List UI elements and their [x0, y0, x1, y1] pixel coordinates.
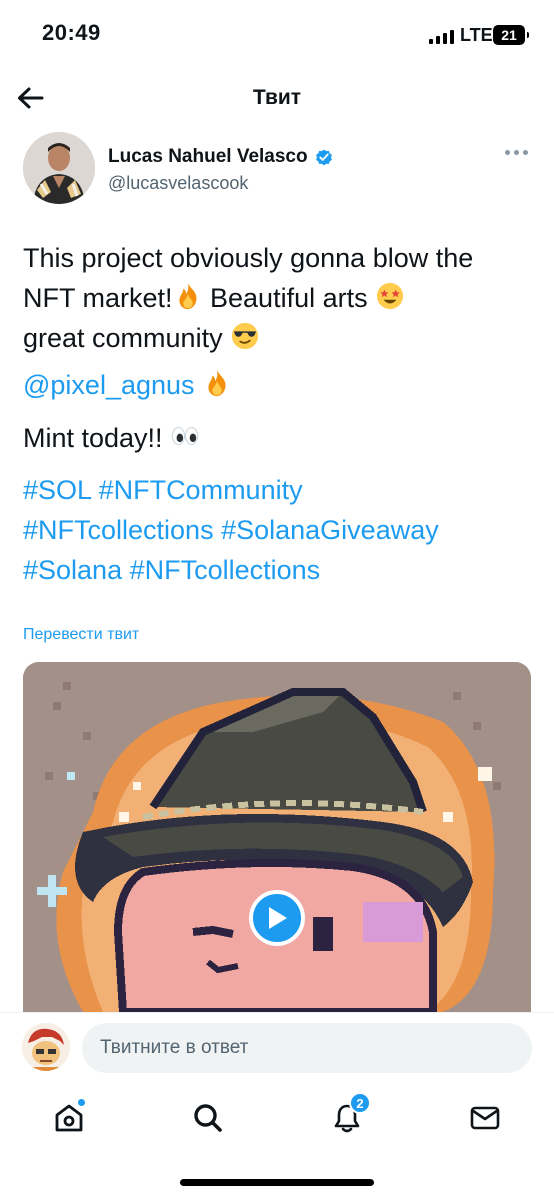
mint-text: Mint today!!	[23, 423, 171, 453]
hashtags: #SOL #NFTCommunity #NFTcollections #Sola…	[23, 470, 543, 590]
bottom-nav: 2	[0, 1082, 554, 1200]
home-indicator[interactable]	[180, 1179, 374, 1186]
hashtag-link[interactable]: #NFTcollections	[23, 515, 214, 545]
notification-badge: 2	[349, 1092, 371, 1114]
verified-badge-icon	[315, 149, 332, 166]
tweet-mint-line: Mint today!!	[23, 421, 200, 454]
pixel-art-image	[23, 662, 531, 1012]
star-struck-emoji-icon	[376, 282, 404, 310]
search-icon	[194, 1104, 222, 1132]
reply-bar	[0, 1012, 554, 1082]
hashtag-link[interactable]: #SolanaGiveaway	[221, 515, 439, 545]
tweet-line-1: This project obviously gonna blow the	[23, 243, 474, 273]
nav-search[interactable]	[188, 1098, 228, 1138]
tweet-line-2-text: NFT market!	[23, 283, 173, 313]
mention-link[interactable]: @pixel_agnus	[23, 368, 232, 401]
fire-emoji-icon	[208, 369, 226, 397]
header: Твит	[0, 70, 554, 130]
fire-emoji-icon	[178, 282, 197, 310]
tweet-video[interactable]	[23, 662, 531, 1012]
user-avatar[interactable]	[22, 1023, 70, 1071]
author-name: Lucas Nahuel Velasco	[108, 146, 308, 167]
hashtag-link[interactable]: #NFTcollections	[130, 555, 321, 585]
network-type: LTE	[460, 25, 493, 45]
tweet-line-3: great community	[23, 318, 533, 358]
more-dots-icon	[505, 150, 510, 155]
nav-messages[interactable]	[465, 1098, 505, 1138]
author-handle[interactable]: @lucasvelascook	[108, 173, 248, 194]
hashtag-link[interactable]: #Solana	[23, 555, 122, 585]
nav-home[interactable]	[49, 1098, 89, 1138]
play-button[interactable]	[249, 890, 305, 946]
page-title: Твит	[252, 86, 302, 109]
mention-text[interactable]: @pixel_agnus	[23, 370, 195, 400]
mail-icon	[470, 1106, 500, 1130]
play-icon	[269, 907, 287, 929]
author-avatar[interactable]	[23, 132, 95, 204]
tweet-line-3-text: great community	[23, 323, 231, 353]
tweet-text: This project obviously gonna blow the NF…	[23, 238, 533, 358]
signal-icon	[429, 29, 454, 44]
nav-notifications[interactable]: 2	[327, 1092, 371, 1138]
author-name-row[interactable]: Lucas Nahuel Velasco	[108, 146, 334, 168]
translate-tweet-link[interactable]: Перевести твит	[23, 626, 139, 644]
status-bar: 20:49 LTE 21	[0, 0, 554, 70]
tweet-line-2-rest: Beautiful arts	[202, 283, 376, 313]
status-time: 20:49	[42, 20, 101, 45]
reply-input[interactable]	[82, 1023, 532, 1073]
tweet-line-2: NFT market! Beautiful arts	[23, 278, 533, 318]
battery-icon: 21	[493, 25, 529, 45]
sunglasses-emoji-icon	[231, 322, 259, 350]
eyes-emoji-icon	[171, 427, 199, 445]
more-options-button[interactable]	[505, 150, 528, 155]
home-unread-dot	[77, 1098, 86, 1107]
hashtag-link[interactable]: #SOL	[23, 475, 91, 505]
hashtag-link[interactable]: #NFTCommunity	[99, 475, 303, 505]
